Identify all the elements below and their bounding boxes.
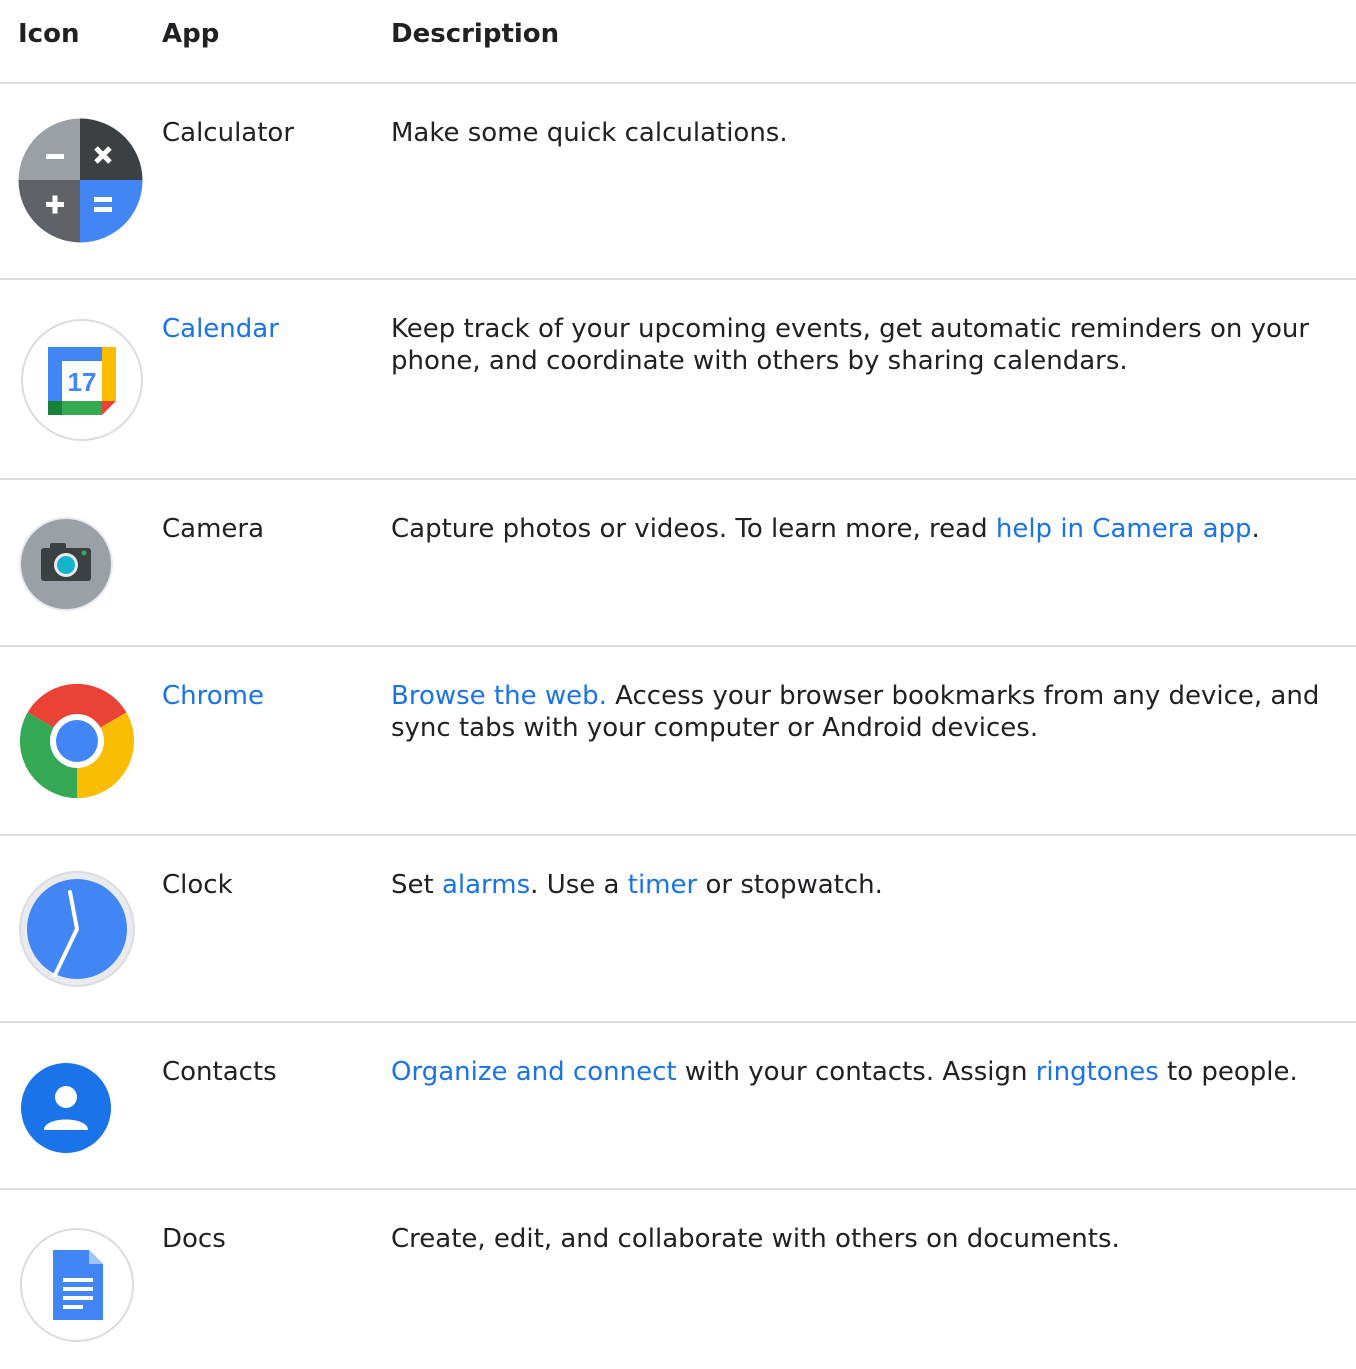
table-row-chrome: Chrome Browse the web. Access your brows… <box>0 647 1356 836</box>
app-description: Organize and connect with your contacts.… <box>391 1057 1298 1087</box>
apps-table: Icon App Description Calculator Make som… <box>0 0 1356 1369</box>
app-name-link[interactable]: Chrome <box>162 680 264 712</box>
camera-icon <box>18 517 113 612</box>
app-name: Contacts <box>162 1057 277 1087</box>
timer-link[interactable]: timer <box>628 870 697 900</box>
table-row-calculator: Calculator Make some quick calculations. <box>0 84 1356 280</box>
app-description: Capture photos or videos. To learn more,… <box>391 514 1260 544</box>
header-icon: Icon <box>18 19 80 49</box>
calendar-icon-date: 17 <box>68 367 97 397</box>
table-row-clock: Clock Set alarms. Use a timer or stopwat… <box>0 836 1356 1023</box>
clock-icon <box>18 870 136 988</box>
table-header: Icon App Description <box>0 0 1356 84</box>
contacts-icon <box>18 1060 113 1155</box>
table-row-contacts: Contacts Organize and connect with your … <box>0 1023 1356 1190</box>
ringtones-link[interactable]: ringtones <box>1036 1057 1159 1087</box>
app-name: Docs <box>162 1224 226 1254</box>
table-row-calendar: 17 Calendar Keep track of your upcoming … <box>0 280 1356 480</box>
app-description: Set alarms. Use a timer or stopwatch. <box>391 870 883 900</box>
calendar-icon: 17 <box>18 317 143 442</box>
organize-connect-link[interactable]: Organize and connect <box>391 1057 677 1087</box>
table-row-docs: Docs Create, edit, and collaborate with … <box>0 1190 1356 1369</box>
app-description: Keep track of your upcoming events, get … <box>391 314 1310 376</box>
table-row-camera: Camera Capture photos or videos. To lear… <box>0 480 1356 647</box>
browse-web-link[interactable]: Browse the web. <box>391 681 607 711</box>
header-app: App <box>162 19 220 49</box>
app-name: Clock <box>162 870 233 900</box>
alarms-link[interactable]: alarms <box>442 870 530 900</box>
app-name: Calculator <box>162 118 295 148</box>
app-description: Browse the web. Access your browser book… <box>391 681 1320 743</box>
calculator-icon <box>18 118 143 243</box>
app-description: Make some quick calculations. <box>391 118 788 148</box>
app-name-link[interactable]: Calendar <box>162 313 279 345</box>
chrome-icon <box>18 682 136 800</box>
help-camera-link[interactable]: help in Camera app <box>996 514 1252 544</box>
header-description: Description <box>391 19 560 49</box>
docs-icon <box>18 1226 136 1344</box>
app-name: Camera <box>162 514 265 544</box>
app-description: Create, edit, and collaborate with other… <box>391 1224 1120 1254</box>
